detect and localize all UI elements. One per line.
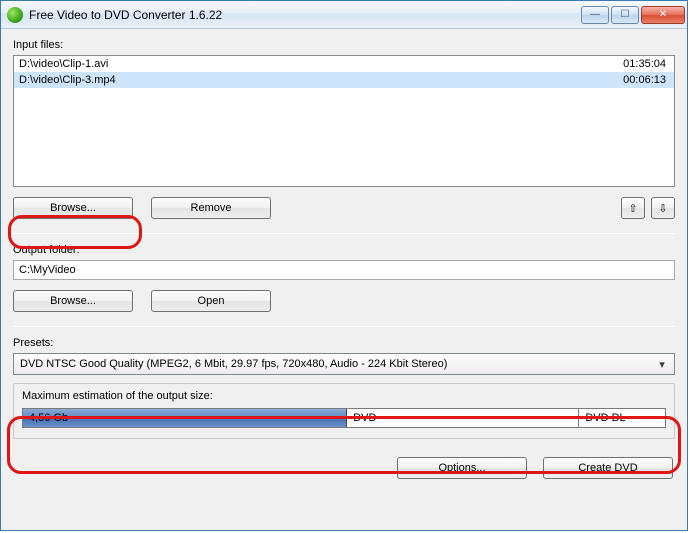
maximize-button[interactable]: ☐ <box>611 6 639 24</box>
browse-input-button[interactable]: Browse... <box>13 197 133 219</box>
input-files-label: Input files: <box>13 39 675 51</box>
file-row[interactable]: D:\video\Clip-1.avi 01:35:04 <box>14 56 674 72</box>
browse-output-button[interactable]: Browse... <box>13 290 133 312</box>
minimize-button[interactable]: — <box>581 6 609 24</box>
file-row[interactable]: D:\video\Clip-3.mp4 00:06:13 <box>14 72 674 88</box>
divider <box>13 233 675 234</box>
dvd-dl-marker: DVD DL <box>578 409 665 427</box>
create-dvd-button[interactable]: Create DVD <box>543 457 673 479</box>
options-button[interactable]: Options... <box>397 457 527 479</box>
estimation-group: Maximum estimation of the output size: 4… <box>13 383 675 439</box>
preset-select[interactable]: DVD NTSC Good Quality (MPEG2, 6 Mbit, 29… <box>13 353 675 375</box>
file-duration: 00:06:13 <box>623 74 666 86</box>
remove-button[interactable]: Remove <box>151 197 271 219</box>
app-window: Free Video to DVD Converter 1.6.22 — ☐ ✕… <box>0 0 688 531</box>
move-down-button[interactable]: ⇩ <box>651 197 675 219</box>
file-path: D:\video\Clip-3.mp4 <box>19 74 116 86</box>
content-area: Input files: D:\video\Clip-1.avi 01:35:0… <box>1 29 687 491</box>
output-folder-value: C:\MyVideo <box>19 264 76 276</box>
presets-label: Presets: <box>13 337 675 349</box>
arrow-up-icon: ⇧ <box>628 202 637 215</box>
output-folder-input[interactable]: C:\MyVideo <box>13 260 675 280</box>
window-controls: — ☐ ✕ <box>581 6 685 24</box>
app-icon <box>7 7 23 23</box>
output-folder-label: Output folder: <box>13 244 675 256</box>
file-duration: 01:35:04 <box>623 58 666 70</box>
titlebar: Free Video to DVD Converter 1.6.22 — ☐ ✕ <box>1 1 687 29</box>
dvd-marker: DVD <box>347 409 578 427</box>
preset-selected-value: DVD NTSC Good Quality (MPEG2, 6 Mbit, 29… <box>20 358 447 370</box>
window-title: Free Video to DVD Converter 1.6.22 <box>29 8 581 22</box>
open-output-button[interactable]: Open <box>151 290 271 312</box>
close-button[interactable]: ✕ <box>641 6 685 24</box>
file-path: D:\video\Clip-1.avi <box>19 58 108 70</box>
arrow-down-icon: ⇩ <box>658 202 667 215</box>
input-file-list[interactable]: D:\video\Clip-1.avi 01:35:04 D:\video\Cl… <box>13 55 675 187</box>
chevron-down-icon: ▾ <box>654 356 670 372</box>
estimated-size-value: 4,56 Gb <box>29 412 68 424</box>
estimation-label: Maximum estimation of the output size: <box>22 390 666 402</box>
estimated-size-fill: 4,56 Gb <box>23 409 347 427</box>
move-up-button[interactable]: ⇧ <box>621 197 645 219</box>
divider <box>13 326 675 327</box>
size-bar: 4,56 Gb DVD DVD DL <box>22 408 666 428</box>
